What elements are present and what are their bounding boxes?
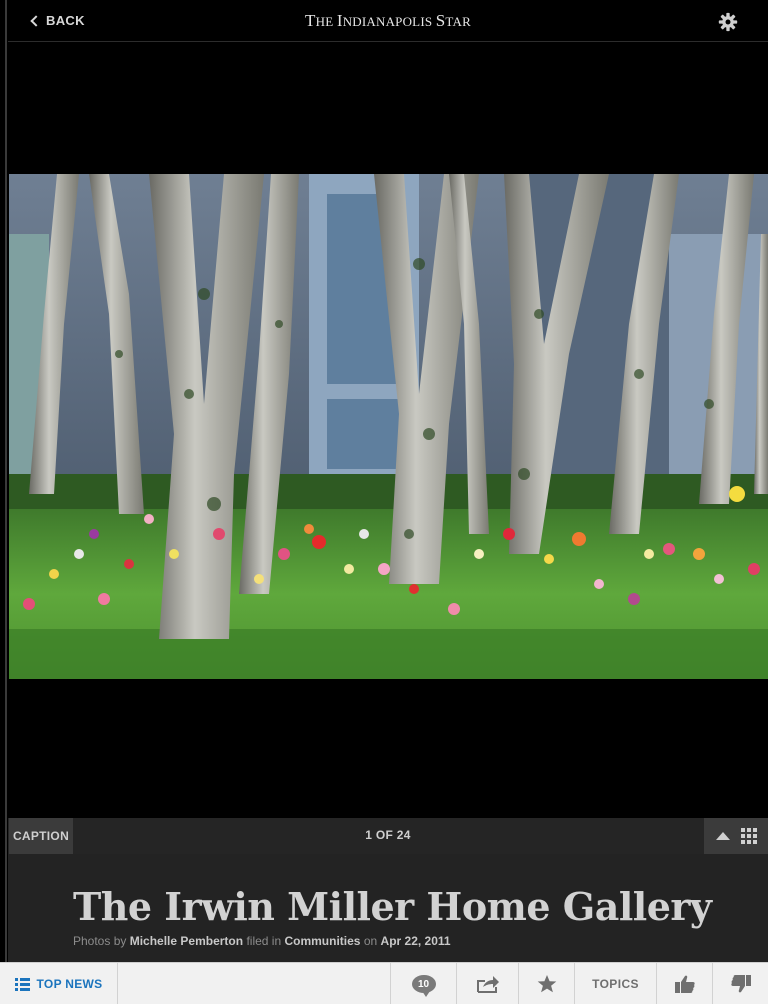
gallery-photo[interactable] [9, 174, 768, 679]
gallery-info-panel: The Irwin Miller Home Gallery Photos by … [8, 854, 768, 962]
byline-date: Apr 22, 2011 [380, 934, 451, 948]
bottom-toolbar: TOP NEWS 10 TOPICS [0, 962, 768, 1004]
topics-button[interactable]: TOPICS [574, 963, 656, 1004]
byline-on: on [363, 934, 378, 948]
masthead-logo: THE INDIANAPOLIS STAR [8, 11, 768, 31]
masthead-part: TAR [445, 14, 471, 29]
byline-photos-by: Photos by [73, 934, 127, 948]
thumbs-down-button[interactable] [712, 963, 768, 1004]
photo-counter: 1 OF 24 [365, 828, 411, 842]
gallery-title: The Irwin Miller Home Gallery [73, 884, 712, 929]
top-bar: BACK THE INDIANAPOLIS STAR [8, 0, 768, 42]
comment-bubble-icon: 10 [411, 975, 436, 997]
star-icon [537, 975, 556, 993]
left-edge-divider [5, 0, 7, 962]
share-icon [476, 976, 499, 993]
top-news-label: TOP NEWS [36, 977, 103, 991]
list-icon [15, 978, 30, 991]
comments-button[interactable]: 10 [390, 963, 456, 1004]
favorite-button[interactable] [518, 963, 574, 1004]
byline-filed-in: filed in [246, 934, 282, 948]
caption-bar: CAPTION 1 OF 24 [8, 818, 768, 854]
thumbs-up-icon [674, 975, 695, 993]
byline-section[interactable]: Communities [284, 934, 360, 948]
masthead-part: NDIANAPOLIS [342, 14, 436, 29]
app-window: BACK THE INDIANAPOLIS STAR CAPTION 1 OF … [0, 0, 768, 1004]
thumbs-down-icon [730, 975, 751, 993]
caption-controls [704, 818, 768, 854]
byline-author[interactable]: Michelle Pemberton [130, 934, 243, 948]
masthead-part: HE [315, 14, 337, 29]
top-news-button[interactable]: TOP NEWS [0, 963, 118, 1004]
masthead-letter: T [305, 11, 316, 30]
masthead-letter: S [435, 11, 446, 30]
triangle-up-icon[interactable] [715, 832, 730, 840]
gallery-byline: Photos by Michelle Pemberton filed in Co… [73, 934, 451, 948]
share-button[interactable] [456, 963, 518, 1004]
gear-icon[interactable] [718, 12, 738, 32]
grid-icon[interactable] [740, 828, 757, 844]
thumbs-up-button[interactable] [656, 963, 712, 1004]
